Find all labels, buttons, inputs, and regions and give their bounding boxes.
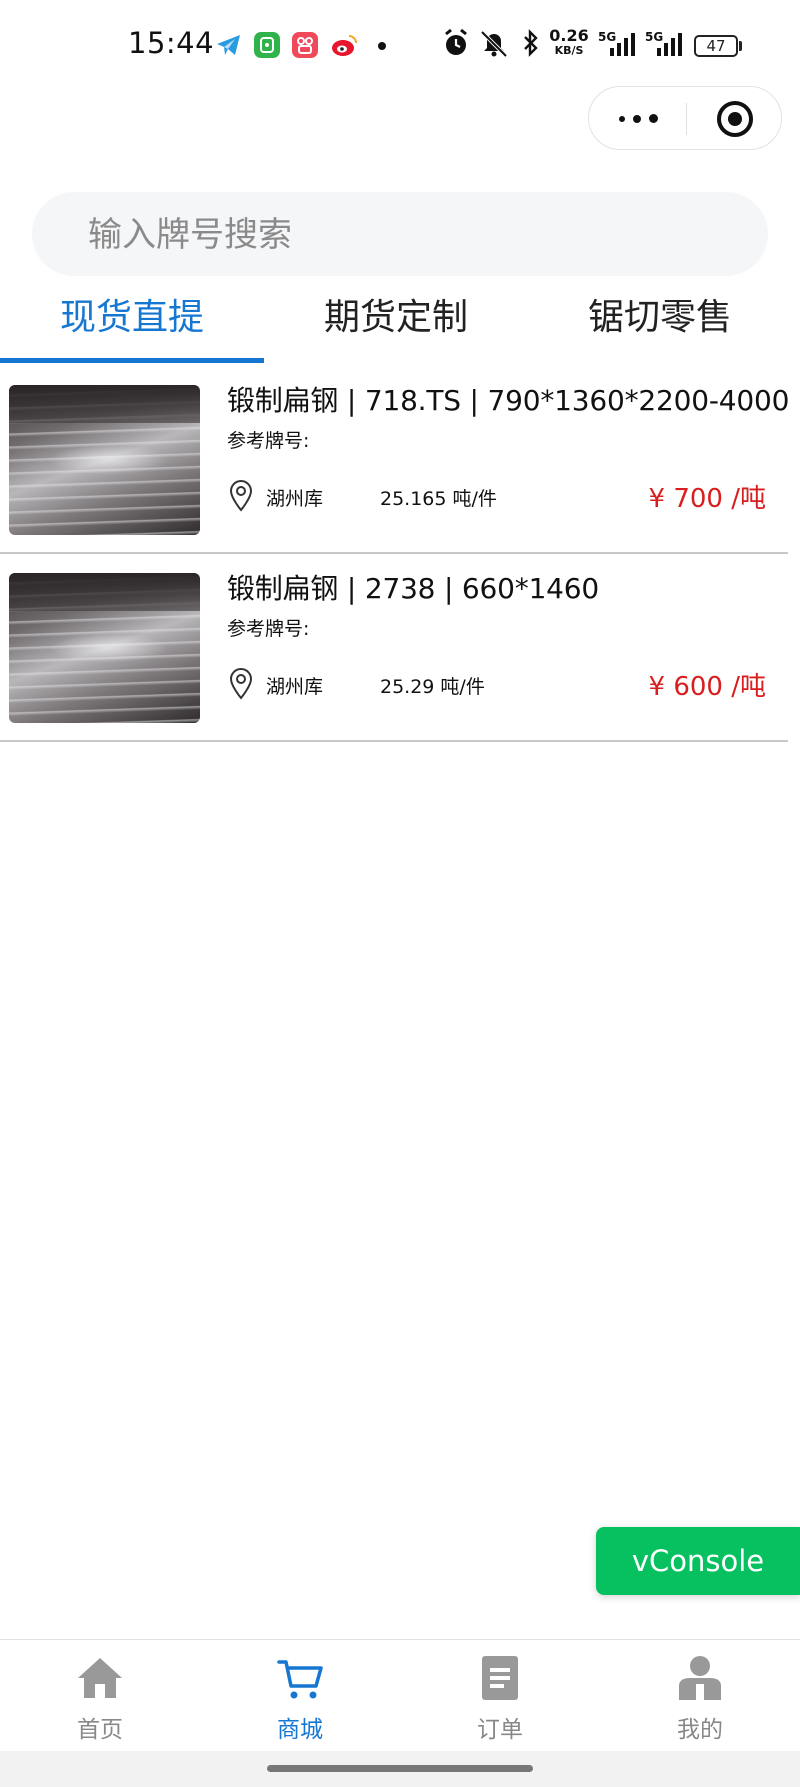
weight-per-piece: 25.29 吨/件 bbox=[380, 676, 485, 698]
nav-orders[interactable]: 订单 bbox=[400, 1640, 600, 1752]
video-app-icon bbox=[292, 32, 318, 58]
tab-saw-cut-retail[interactable]: 锯切零售 bbox=[528, 282, 792, 360]
reference-grade-label: 参考牌号: bbox=[227, 618, 310, 640]
nav-orders-label: 订单 bbox=[477, 1717, 523, 1743]
battery-icon: 47 bbox=[694, 35, 738, 57]
home-icon bbox=[76, 1654, 124, 1706]
price: ¥ 600 /吨 bbox=[648, 672, 766, 702]
nav-mall[interactable]: 商城 bbox=[200, 1640, 400, 1752]
capsule-divider bbox=[686, 103, 687, 135]
product-image bbox=[9, 385, 200, 535]
category-tabs: 现货直提 期货定制 锯切零售 bbox=[0, 282, 800, 366]
product-image bbox=[9, 573, 200, 723]
more-menu-button[interactable] bbox=[619, 111, 663, 127]
product-item[interactable]: 锻制扁钢 | 2738 | 660*1460 参考牌号: 湖州库 25.29 吨… bbox=[0, 554, 788, 742]
wechat-app-icon bbox=[254, 32, 280, 58]
status-time: 15:44 bbox=[128, 26, 215, 60]
product-item[interactable]: 锻制扁钢 | 718.TS | 790*1360*2200-4000 参考牌号:… bbox=[0, 366, 790, 554]
weight-per-piece: 25.165 吨/件 bbox=[380, 488, 497, 510]
status-bar: 15:44 0.26 KB/S 5G 5G 47 bbox=[0, 0, 800, 92]
reference-grade-label: 参考牌号: bbox=[227, 430, 310, 452]
price: ¥ 700 /吨 bbox=[648, 484, 766, 514]
bluetooth-icon bbox=[521, 28, 541, 62]
nav-home-label: 首页 bbox=[77, 1717, 123, 1743]
location-pin-icon bbox=[228, 480, 254, 516]
vconsole-button[interactable]: vConsole bbox=[596, 1527, 800, 1595]
active-tab-indicator bbox=[0, 358, 264, 363]
close-miniprogram-button[interactable] bbox=[717, 101, 753, 137]
notification-dot-icon bbox=[378, 42, 386, 50]
warehouse-label: 湖州库 bbox=[266, 676, 324, 698]
nav-mine-label: 我的 bbox=[677, 1717, 723, 1743]
user-icon bbox=[676, 1654, 724, 1706]
location-pin-icon bbox=[228, 668, 254, 704]
mute-bell-icon bbox=[478, 28, 510, 62]
bottom-tab-bar: 首页 商城 订单 我的 bbox=[0, 1639, 800, 1752]
home-indicator[interactable] bbox=[267, 1765, 533, 1772]
network-speed: 0.26 KB/S bbox=[549, 26, 589, 57]
nav-home[interactable]: 首页 bbox=[0, 1640, 200, 1752]
nav-mall-label: 商城 bbox=[277, 1717, 323, 1743]
battery-tip bbox=[739, 41, 742, 51]
telegram-app-icon bbox=[215, 32, 241, 58]
tab-futures-custom[interactable]: 期货定制 bbox=[264, 282, 528, 360]
warehouse-label: 湖州库 bbox=[266, 488, 324, 510]
alarm-icon bbox=[442, 28, 470, 62]
weibo-app-icon bbox=[330, 32, 357, 58]
nav-mine[interactable]: 我的 bbox=[600, 1640, 800, 1752]
search-bar bbox=[32, 192, 768, 278]
search-input[interactable] bbox=[86, 192, 730, 278]
miniprogram-capsule bbox=[588, 86, 782, 150]
cart-icon bbox=[276, 1654, 324, 1706]
product-title: 锻制扁钢 | 718.TS | 790*1360*2200-4000 bbox=[227, 384, 790, 417]
order-icon bbox=[476, 1654, 524, 1706]
tab-spot-pickup[interactable]: 现货直提 bbox=[0, 282, 264, 360]
product-title: 锻制扁钢 | 2738 | 660*1460 bbox=[227, 572, 600, 605]
